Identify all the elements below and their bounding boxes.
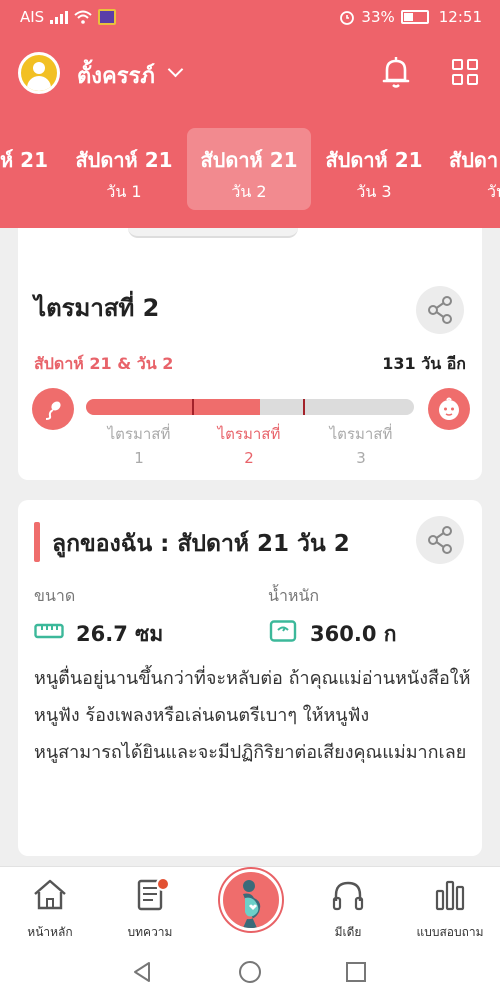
tab-week21-day1[interactable]: สัปดาห์ 21 วัน 1	[62, 128, 186, 210]
bell-icon[interactable]	[378, 54, 414, 90]
avatar[interactable]	[18, 52, 60, 94]
title-accent	[34, 522, 40, 562]
signal-icon	[50, 10, 69, 24]
clock: 12:51	[438, 8, 482, 26]
tab-articles[interactable]: บทความ	[100, 875, 200, 942]
app-header: ตั้งครรภ์	[0, 46, 500, 98]
carrier-label: AIS	[20, 8, 45, 26]
wifi-icon	[74, 10, 92, 24]
baby-face-icon	[428, 388, 470, 430]
description-paragraph: หนูสามารถได้ยินและจะมีปฏิกิริยาต่อเสียงค…	[34, 742, 467, 763]
trimester-title: ไตรมาสที่ 2	[34, 294, 160, 322]
notification-badge	[156, 877, 170, 891]
weight-label: น้ำหนัก	[268, 586, 320, 605]
trimester-card: ไตรมาสที่ 2 สัปดาห์ 21 & วัน 2 131 วัน อ…	[18, 266, 482, 480]
ruler-icon	[34, 623, 64, 639]
pregnant-woman-icon	[243, 880, 261, 928]
tab-home-label: หน้าหลัก	[27, 925, 73, 939]
week-day-tabs: ห์ 21 สัปดาห์ 21 วัน 1 สัปดาห์ 21 วัน 2 …	[0, 126, 500, 212]
alarm-icon	[340, 11, 355, 25]
baby-info-card: ลูกของฉัน : สัปดาห์ 21 วัน 2 ขนาด 26.7 ซ…	[18, 500, 482, 856]
share-icon	[428, 296, 452, 324]
battery-icon	[400, 10, 429, 24]
pregnancy-center-button[interactable]	[220, 869, 282, 931]
pregnancy-progress-bar	[86, 399, 414, 415]
trimester-divider	[303, 399, 305, 415]
hero-image-bottom	[18, 228, 482, 266]
bottom-tab-bar: หน้าหลัก บทความ มีเดีย แบบสอบถาม	[0, 866, 500, 946]
progress-fill	[86, 399, 260, 415]
trimester-divider	[192, 399, 194, 415]
tab-week21-day3[interactable]: สัปดาห์ 21 วัน 3	[312, 128, 436, 210]
chevron-down-icon[interactable]	[167, 61, 184, 78]
share-button[interactable]	[416, 516, 464, 564]
back-icon[interactable]	[130, 960, 154, 984]
tab-articles-label: บทความ	[127, 925, 173, 939]
bar-chart-icon	[435, 880, 465, 911]
tab-media[interactable]: มีเดีย	[298, 875, 398, 942]
trimester-2-label: ไตรมาสที่ 2	[217, 425, 281, 467]
home-icon	[34, 879, 66, 910]
status-bar: AIS 33% 12:51	[0, 0, 500, 34]
tab-week21-day2[interactable]: สัปดาห์ 21 วัน 2	[187, 128, 311, 210]
trimester-1-label: ไตรมาสที่ 1	[107, 425, 171, 467]
current-week-day: สัปดาห์ 21 & วัน 2	[34, 354, 174, 373]
home-circle-icon[interactable]	[238, 960, 262, 984]
system-nav-bar	[0, 946, 500, 1000]
top-app-bar: AIS 33% 12:51 ตั้งครรภ์ ห์ 21 สัปดาห์ 21…	[0, 0, 500, 228]
headphones-icon	[332, 881, 364, 911]
weight-value: 360.0 ก	[310, 622, 397, 646]
sperm-icon	[32, 388, 74, 430]
size-value: 26.7 ซม	[76, 622, 164, 646]
scale-icon	[269, 620, 297, 642]
tab-home[interactable]: หน้าหลัก	[0, 875, 100, 942]
share-button[interactable]	[416, 286, 464, 334]
size-label: ขนาด	[34, 586, 76, 605]
baby-card-title: ลูกของฉัน : สัปดาห์ 21 วัน 2	[52, 531, 350, 557]
profile-name[interactable]: ตั้งครรภ์	[77, 58, 155, 93]
trimester-3-label: ไตรมาสที่ 3	[329, 425, 393, 467]
tab-quiz[interactable]: แบบสอบถาม	[400, 875, 500, 942]
development-description: หนูตื่นอยู่นานขึ้นกว่าที่จะหลับต่อ ถ้าคุ…	[34, 660, 474, 771]
tab-media-label: มีเดีย	[334, 925, 362, 939]
share-icon	[428, 526, 452, 554]
tab-week21-day4[interactable]: สัปดา วัน	[437, 128, 500, 210]
description-paragraph: หนูตื่นอยู่นานขึ้นกว่าที่จะหลับต่อ ถ้าคุ…	[34, 668, 471, 726]
tab-quiz-label: แบบสอบถาม	[416, 925, 484, 939]
tab-week21-day0[interactable]: ห์ 21	[0, 128, 62, 210]
recents-icon[interactable]	[345, 961, 367, 983]
days-remaining: 131 วัน อีก	[382, 354, 466, 373]
battery-percent: 33%	[361, 8, 395, 26]
app-notification-icon	[98, 9, 117, 25]
grid-menu-icon[interactable]	[452, 59, 478, 85]
